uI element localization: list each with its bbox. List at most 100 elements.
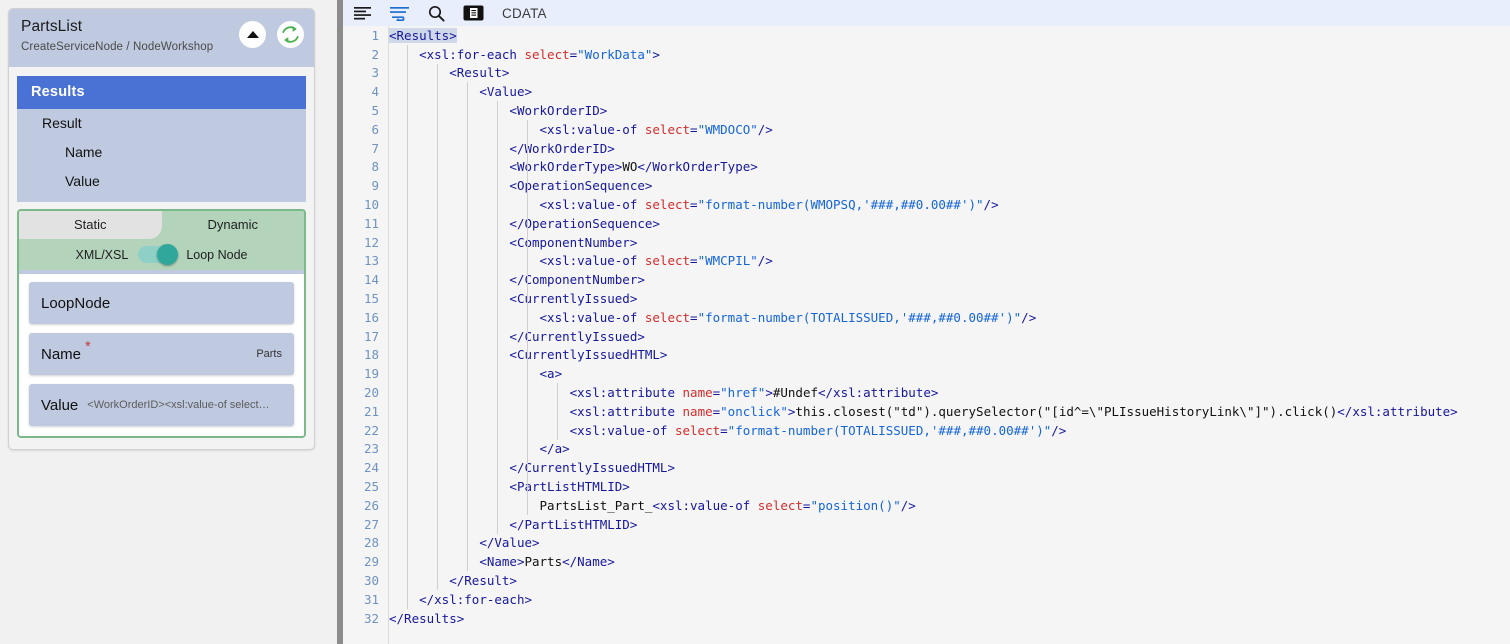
code-text: <a>	[539, 366, 563, 382]
code-line[interactable]: 21 <xsl:attribute name="onclick">this.cl…	[343, 402, 1510, 421]
code-line[interactable]: 31 </xsl:for-each>	[343, 590, 1510, 609]
code-line[interactable]: 19 <a>	[343, 364, 1510, 383]
code-text: <CurrentlyIssuedHTML>	[509, 347, 668, 363]
loop-node-toggle[interactable]	[138, 244, 179, 265]
code-line[interactable]: 18 <CurrentlyIssuedHTML>	[343, 346, 1510, 365]
code-line[interactable]: 9 <OperationSequence>	[343, 176, 1510, 195]
line-number: 27	[363, 516, 379, 532]
code-text: <xsl:for-each select="WorkData">	[419, 46, 660, 62]
code-line[interactable]: 6 <xsl:value-of select="WMDOCO"/>	[343, 120, 1510, 139]
code-line[interactable]: 11 </OperationSequence>	[343, 214, 1510, 233]
code-line[interactable]: 14 </ComponentNumber>	[343, 270, 1510, 289]
collapse-button[interactable]	[239, 21, 266, 48]
word-wrap-icon[interactable]	[389, 3, 410, 24]
line-number: 17	[363, 328, 379, 344]
tree-item-value[interactable]: Value	[17, 167, 306, 196]
code-line[interactable]: 4 <Value>	[343, 82, 1510, 101]
line-number: 16	[363, 309, 379, 325]
cdata-label: CDATA	[502, 5, 547, 21]
field-row-loopnode[interactable]: LoopNode	[29, 282, 294, 324]
code-text: </Results>	[389, 610, 465, 626]
line-number: 23	[363, 441, 379, 457]
code-line[interactable]: 28 </Value>	[343, 534, 1510, 553]
code-line[interactable]: 20 <xsl:attribute name="href">#Undef</xs…	[343, 383, 1510, 402]
header-buttons	[239, 21, 304, 48]
cdata-block-icon[interactable]	[463, 3, 484, 24]
line-number: 14	[363, 272, 379, 288]
line-number: 18	[363, 347, 379, 363]
code-line[interactable]: 27 </PartListHTMLID>	[343, 515, 1510, 534]
tab-dynamic[interactable]: Dynamic	[161, 211, 304, 239]
tree-item-name[interactable]: Name	[17, 138, 306, 167]
code-line[interactable]: 8 <WorkOrderType>WO</WorkOrderType>	[343, 158, 1510, 177]
format-align-icon[interactable]	[352, 3, 373, 24]
code-line[interactable]: 5 <WorkOrderID>	[343, 101, 1510, 120]
left-panel: PartsList CreateServiceNode / NodeWorksh…	[0, 0, 337, 644]
line-number: 24	[363, 460, 379, 476]
field-label-value: Value	[41, 396, 79, 414]
line-number: 15	[363, 291, 379, 307]
code-line[interactable]: 29 <Name>Parts</Name>	[343, 552, 1510, 571]
code-line[interactable]: 23 </a>	[343, 440, 1510, 459]
search-icon[interactable]	[426, 3, 447, 24]
code-text: </OperationSequence>	[509, 215, 660, 231]
line-number: 12	[363, 234, 379, 250]
field-row-value[interactable]: Value <WorkOrderID><xsl:value-of select…	[29, 384, 294, 426]
field-list: LoopNode Name * Parts Value <WorkOrderID…	[19, 274, 304, 436]
field-label-name: Name	[41, 345, 82, 363]
line-number: 32	[363, 610, 379, 626]
toggle-label-loopnode: Loop Node	[186, 247, 248, 262]
code-text: <xsl:value-of select="WMDOCO"/>	[539, 121, 773, 137]
code-text: </WorkOrderID>	[509, 140, 615, 156]
line-number: 19	[363, 366, 379, 382]
node-card: PartsList CreateServiceNode / NodeWorksh…	[8, 8, 315, 450]
code-line[interactable]: 22 <xsl:value-of select="format-number(T…	[343, 421, 1510, 440]
code-line[interactable]: 1 <Results>	[343, 26, 1510, 45]
code-line[interactable]: 16 <xsl:value-of select="format-number(T…	[343, 308, 1510, 327]
line-number: 22	[363, 422, 379, 438]
code-text: </xsl:for-each>	[419, 591, 532, 607]
tab-static[interactable]: Static	[19, 211, 162, 239]
code-text: <xsl:value-of select="format-number(TOTA…	[539, 309, 1037, 325]
code-line[interactable]: 32 </Results>	[343, 609, 1510, 628]
code-line[interactable]: 2 <xsl:for-each select="WorkData">	[343, 45, 1510, 64]
line-number: 2	[371, 46, 379, 62]
xsl-code-editor[interactable]: 1 <Results> 2 <xsl:for-each select="WorkDa…	[343, 26, 1510, 644]
code-line[interactable]: 17 </CurrentlyIssued>	[343, 327, 1510, 346]
code-line[interactable]: 15 <CurrentlyIssued>	[343, 289, 1510, 308]
line-number: 5	[371, 103, 379, 119]
code-line[interactable]: 26 PartsList_Part_<xsl:value-of select="…	[343, 496, 1510, 515]
line-number: 13	[363, 253, 379, 269]
code-line[interactable]: 24 </CurrentlyIssuedHTML>	[343, 458, 1510, 477]
code-line[interactable]: 10 <xsl:value-of select="format-number(W…	[343, 195, 1510, 214]
tree-header: Results	[17, 76, 306, 109]
line-number: 30	[363, 573, 379, 588]
editor-toolbar: CDATA	[343, 0, 1510, 26]
tree-item-result[interactable]: Result	[17, 109, 306, 138]
code-text: <Result>	[449, 65, 510, 81]
node-card-header: PartsList CreateServiceNode / NodeWorksh…	[9, 9, 314, 67]
field-label-loopnode: LoopNode	[41, 294, 111, 312]
field-row-name[interactable]: Name * Parts	[29, 333, 294, 375]
line-number: 21	[363, 403, 379, 419]
code-text: <xsl:attribute name="onclick">this.close…	[569, 403, 1458, 419]
code-text: <OperationSequence>	[509, 178, 653, 194]
line-number: 29	[363, 554, 379, 570]
code-line[interactable]: 25 <PartListHTMLID>	[343, 477, 1510, 496]
code-line[interactable]: 7 </WorkOrderID>	[343, 139, 1510, 158]
code-text: </a>	[539, 441, 570, 457]
code-line[interactable]: 3 <Result>	[343, 64, 1510, 83]
code-text: <WorkOrderID>	[509, 103, 608, 119]
editor-panel: CDATA 1 <Results> 2 <xsl:for-each select="…	[343, 0, 1510, 644]
refresh-button[interactable]	[277, 21, 304, 48]
code-text: <xsl:value-of select="format-number(WMOP…	[539, 197, 999, 213]
code-line[interactable]: 13 <xsl:value-of select="WMCPIL"/>	[343, 252, 1510, 271]
code-line[interactable]: 12 <ComponentNumber>	[343, 233, 1510, 252]
code-text: <xsl:value-of select="WMCPIL"/>	[539, 253, 773, 269]
code-line[interactable]: 30 </Result>	[343, 571, 1510, 590]
code-text: <Name>Parts</Name>	[479, 554, 615, 570]
line-number: 3	[371, 65, 379, 81]
code-text: <CurrentlyIssued>	[509, 291, 638, 307]
code-text: <xsl:attribute name="href">#Undef</xsl:a…	[569, 385, 939, 401]
code-text: </CurrentlyIssuedHTML>	[509, 460, 675, 476]
